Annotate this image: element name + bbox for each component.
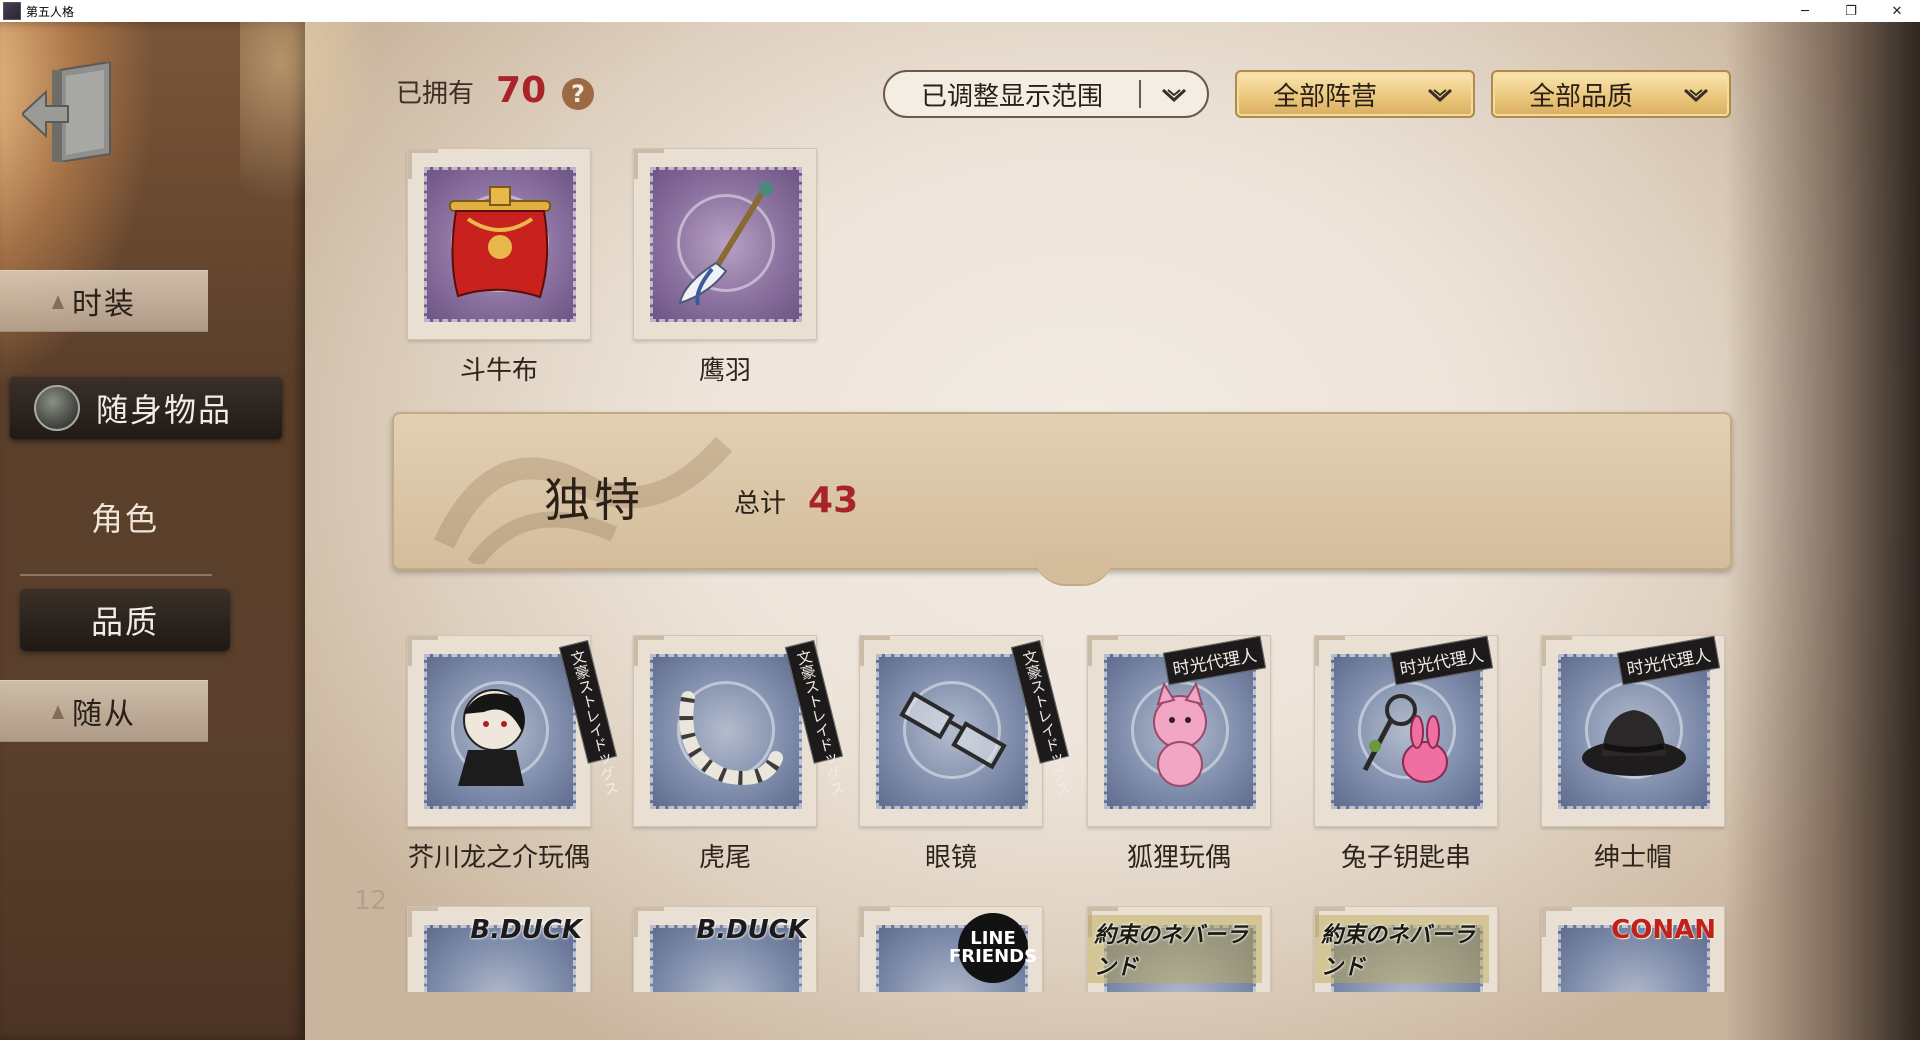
tab-accessories-label: 随身物品 bbox=[96, 391, 233, 429]
item-name: 绅士帽 bbox=[1593, 843, 1672, 873]
total-count: 43 bbox=[808, 480, 859, 521]
item-card[interactable]: 鹰羽 bbox=[630, 148, 820, 387]
item-name: 虎尾 bbox=[698, 843, 751, 873]
quality-dropdown-value: 全部品质 bbox=[1529, 81, 1634, 112]
item-stamp: 文豪ストレイドッグス bbox=[633, 635, 847, 827]
exit-door-icon[interactable] bbox=[20, 60, 117, 164]
item-stamp: 时光代理人 bbox=[1541, 635, 1725, 827]
window-controls: ─ ❐ ✕ bbox=[1782, 0, 1920, 22]
item-name: 狐狸玩偶 bbox=[1126, 843, 1231, 873]
item-card[interactable]: 文豪ストレイドッグス 芥川龙之介玩偶 bbox=[404, 635, 621, 874]
chevron-down-icon bbox=[1161, 88, 1187, 102]
tab-fashion[interactable]: 时装 bbox=[0, 270, 208, 332]
brand-logo: CONAN bbox=[1611, 915, 1716, 945]
item-card[interactable]: 时光代理人 狐狸玩偶 bbox=[1084, 635, 1274, 874]
item-card[interactable]: 时光代理人 绅士帽 bbox=[1538, 635, 1728, 874]
camp-dropdown[interactable]: 全部阵营 bbox=[1235, 70, 1475, 118]
close-icon[interactable]: ✕ bbox=[1874, 0, 1920, 22]
item-card[interactable]: 斗牛布 bbox=[404, 148, 594, 387]
tab-fashion-label: 时装 bbox=[72, 287, 136, 322]
item-name: 兔子钥匙串 bbox=[1340, 843, 1471, 873]
quality-dropdown[interactable]: 全部品质 bbox=[1491, 70, 1731, 118]
item-stamp: LINE FRIENDS bbox=[859, 906, 1043, 992]
minimize-icon[interactable]: ─ bbox=[1782, 0, 1828, 22]
restore-icon[interactable]: ❐ bbox=[1828, 0, 1874, 22]
item-card[interactable]: 时光代理人 兔子钥匙串 bbox=[1311, 635, 1501, 874]
plush-doll-icon bbox=[458, 689, 525, 786]
tab-marker-icon bbox=[52, 295, 64, 309]
red-cape-icon bbox=[449, 186, 551, 299]
chevron-down-icon bbox=[1683, 88, 1709, 102]
owned-label: 已拥有 bbox=[396, 79, 475, 109]
item-name: 鹰羽 bbox=[698, 356, 751, 386]
item-card-partial[interactable]: B.DUCK bbox=[630, 906, 820, 992]
camp-dropdown-value: 全部阵营 bbox=[1273, 81, 1378, 112]
owned-summary: 已拥有 70 bbox=[396, 70, 546, 111]
background-number: 12 bbox=[354, 886, 388, 916]
brand-logo: 約束のネバーランド bbox=[1315, 915, 1489, 983]
eagle-feather-icon bbox=[678, 182, 773, 306]
help-icon[interactable]: ? bbox=[562, 78, 594, 110]
shield-emblem-icon bbox=[34, 385, 80, 431]
tiger-tail-icon bbox=[679, 691, 783, 785]
brand-logo: LINE FRIENDS bbox=[949, 913, 1037, 983]
item-card[interactable]: 文豪ストレイドッグス 虎尾 bbox=[630, 635, 847, 874]
item-stamp: 文豪ストレイドッグス bbox=[407, 635, 621, 827]
section-title: 独特 bbox=[544, 473, 644, 527]
glasses-icon bbox=[899, 691, 1007, 770]
filter-quality[interactable]: 品质 bbox=[20, 589, 230, 651]
display-range-dropdown[interactable]: 已调整显示范围 bbox=[883, 70, 1209, 118]
chevron-down-icon bbox=[1427, 88, 1453, 102]
item-name: 芥川龙之介玩偶 bbox=[407, 843, 590, 873]
tab-followers-label: 随从 bbox=[72, 697, 136, 732]
item-card[interactable]: 文豪ストレイドッグス 眼镜 bbox=[856, 635, 1073, 874]
display-range-value: 已调整显示范围 bbox=[921, 81, 1104, 112]
item-name: 眼镜 bbox=[924, 843, 977, 873]
item-stamp: 时光代理人 bbox=[1314, 635, 1498, 827]
brand-logo: B.DUCK bbox=[470, 915, 582, 945]
owned-count: 70 bbox=[496, 70, 547, 111]
item-card-partial[interactable]: 約束のネバーランド bbox=[1084, 906, 1274, 992]
filter-quality-label: 品质 bbox=[90, 603, 159, 641]
item-stamp: B.DUCK bbox=[407, 906, 591, 992]
tab-accessories[interactable]: 随身物品 bbox=[10, 377, 282, 439]
item-stamp: 时光代理人 bbox=[1087, 635, 1271, 827]
item-stamp: 約束のネバーランド bbox=[1314, 906, 1498, 992]
item-card-partial[interactable]: B.DUCK bbox=[404, 906, 594, 992]
total-label: 总计 bbox=[734, 489, 787, 519]
item-card-partial[interactable]: CONAN bbox=[1538, 906, 1728, 992]
tab-followers[interactable]: 随从 bbox=[0, 680, 208, 742]
item-stamp bbox=[407, 148, 591, 340]
brand-logo: B.DUCK bbox=[696, 915, 808, 945]
filter-divider bbox=[20, 574, 212, 576]
item-card-partial[interactable]: LINE FRIENDS bbox=[856, 906, 1046, 992]
item-card-partial[interactable]: 約束のネバーランド bbox=[1311, 906, 1501, 992]
brand-logo: 約束のネバーランド bbox=[1088, 915, 1262, 983]
window-title: 第五人格 bbox=[26, 4, 75, 19]
window-titlebar: 第五人格 ─ ❐ ✕ bbox=[0, 0, 1920, 23]
item-stamp: 約束のネバーランド bbox=[1087, 906, 1271, 992]
item-stamp: 文豪ストレイドッグス bbox=[859, 635, 1073, 827]
filter-character[interactable]: 角色 bbox=[88, 494, 162, 540]
item-stamp: CONAN bbox=[1541, 906, 1725, 992]
dropdown-separator bbox=[1139, 80, 1141, 108]
section-banner: 独特 总计 43 bbox=[392, 412, 1732, 586]
item-stamp bbox=[633, 148, 817, 340]
tab-marker-icon bbox=[52, 705, 64, 719]
item-stamp: B.DUCK bbox=[633, 906, 817, 992]
item-name: 斗牛布 bbox=[459, 356, 538, 386]
section-total: 总计 43 bbox=[734, 480, 858, 521]
app-icon bbox=[3, 2, 21, 20]
